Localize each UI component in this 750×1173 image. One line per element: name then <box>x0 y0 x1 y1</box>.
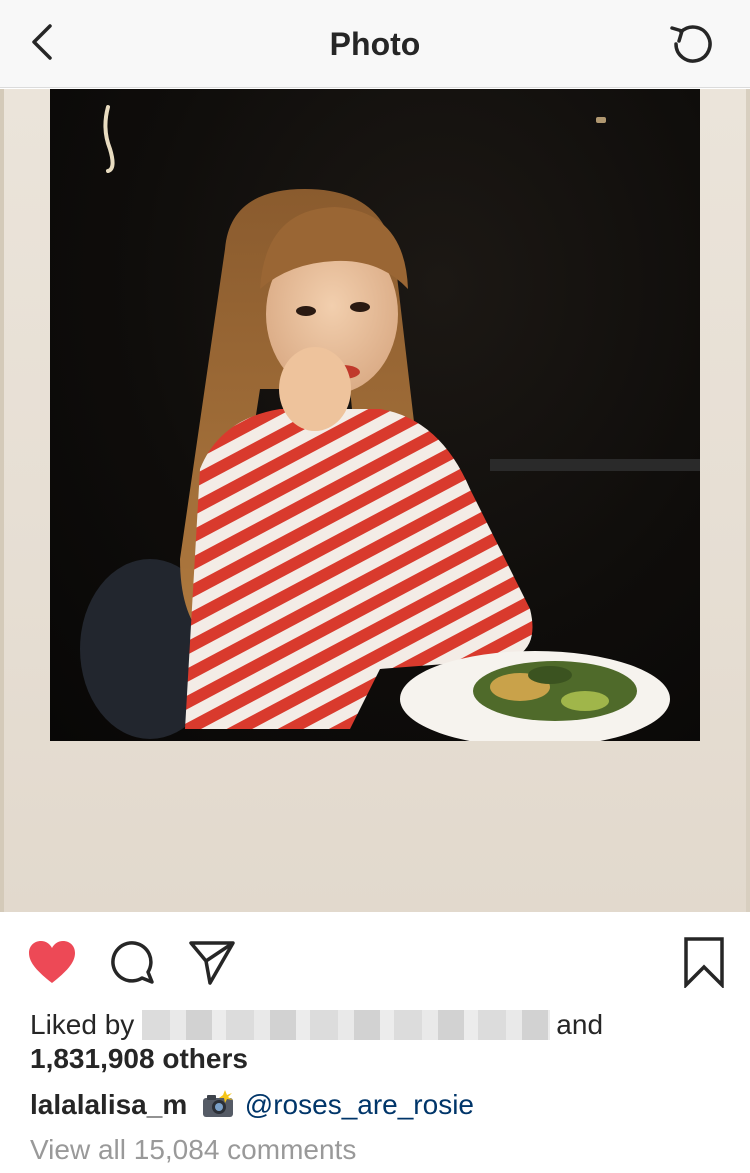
caption-username[interactable]: lalalalisa_m <box>30 1089 187 1120</box>
comment-icon <box>111 941 154 984</box>
blurred-usernames <box>142 1010 551 1040</box>
heart-filled-icon <box>29 941 75 983</box>
comment-button[interactable] <box>104 936 160 988</box>
caption-mention[interactable]: @roses_are_rosie <box>245 1089 474 1120</box>
save-button[interactable] <box>676 934 732 990</box>
liked-by-row: Liked by and <box>30 1008 730 1042</box>
refresh-icon <box>670 25 712 63</box>
bookmark-icon <box>684 937 724 988</box>
liked-by-label: Liked by <box>30 1009 135 1040</box>
post-actions <box>0 912 750 1008</box>
polaroid-picture <box>50 89 700 741</box>
view-all-comments-link[interactable]: View all 15,084 comments <box>30 1133 356 1167</box>
likes-count[interactable]: 1,831,908 others <box>30 1042 730 1076</box>
polaroid-edge <box>0 89 4 912</box>
share-button[interactable] <box>184 936 240 988</box>
post-image[interactable] <box>0 89 750 912</box>
polaroid-edge <box>746 89 750 912</box>
top-nav-bar: Photo <box>0 0 750 88</box>
like-button[interactable] <box>24 936 80 988</box>
page-title: Photo <box>329 26 421 62</box>
post-caption: lalalalisa_m @roses_are_rosie <box>30 1088 730 1122</box>
refresh-button[interactable] <box>666 18 718 70</box>
paper-plane-icon <box>189 941 235 985</box>
likes-section: Liked by and 1,831,908 others <box>30 1008 730 1076</box>
liked-by-and: and <box>556 1009 604 1040</box>
photo-illustration <box>80 105 700 741</box>
camera-flash-icon <box>203 1090 234 1117</box>
